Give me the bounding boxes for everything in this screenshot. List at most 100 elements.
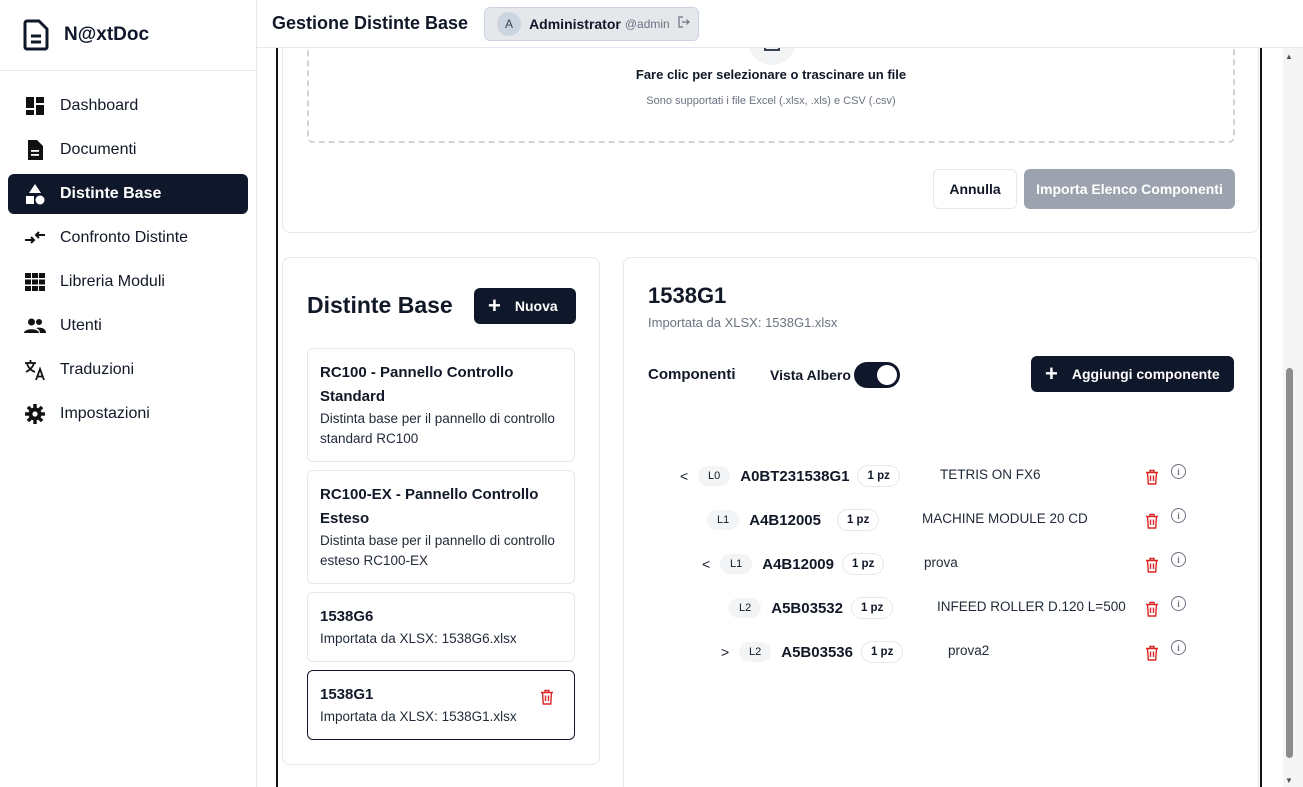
add-component-button[interactable]: + Aggiungi componente: [1031, 356, 1234, 392]
level-badge: L2: [729, 598, 762, 618]
component-code: A4B12009: [762, 555, 834, 573]
bom-list-card: Distinte Base + Nuova RC100 - Pannello C…: [282, 257, 600, 765]
toggle-knob: [877, 365, 897, 385]
sidebar-item-label: Documenti: [60, 141, 137, 158]
bom-description: Distinta base per il pannello di control…: [320, 533, 555, 568]
bom-name: RC100 - Pannello Controllo Standard: [320, 364, 514, 405]
component-description: TETRIS ON FX6: [940, 467, 1041, 482]
component-row[interactable]: L1 A4B12005 1 pz: [707, 508, 880, 532]
user-menu[interactable]: A Administrator @admin: [484, 6, 700, 41]
sidebar-item-label: Utenti: [60, 317, 102, 334]
quantity-badge: 1 pz: [860, 641, 904, 663]
top-header: Gestione Distinte Base A Administrator @…: [257, 0, 1303, 48]
sidebar-item-libreria-moduli[interactable]: Libreria Moduli: [8, 262, 248, 302]
bom-description: Importata da XLSX: 1538G1.xlsx: [320, 709, 517, 724]
bom-name: RC100-EX - Pannello Controllo Esteso: [320, 486, 539, 527]
component-description: prova: [924, 555, 958, 570]
sidebar-item-label: Dashboard: [60, 97, 139, 114]
component-description: MACHINE MODULE 20 CD: [922, 511, 1088, 526]
sidebar-item-dashboard[interactable]: Dashboard: [8, 86, 248, 126]
sidebar: N@xtDoc Dashboard Documenti Distinte Bas…: [0, 0, 257, 787]
info-icon[interactable]: i: [1171, 596, 1186, 611]
component-row[interactable]: < L1 A4B12009 1 pz: [702, 552, 885, 576]
sidebar-item-confronto-distinte[interactable]: Confronto Distinte: [8, 218, 248, 258]
component-description: prova2: [948, 643, 990, 658]
quantity-badge: 1 pz: [857, 465, 900, 487]
sidebar-item-traduzioni[interactable]: Traduzioni: [8, 350, 248, 390]
app-name: N@xtDoc: [64, 24, 150, 45]
bom-list-item[interactable]: 1538G6 Importata da XLSX: 1538G6.xlsx: [307, 592, 575, 662]
component-row[interactable]: L2 A5B03532 1 pz: [729, 596, 894, 620]
component-row[interactable]: > L2 A5B03536 1 pz: [721, 640, 904, 664]
info-icon[interactable]: i: [1171, 464, 1186, 479]
info-icon[interactable]: i: [1171, 552, 1186, 567]
sidebar-item-label: Distinte Base: [60, 185, 162, 202]
info-icon[interactable]: i: [1171, 508, 1186, 523]
info-icon[interactable]: i: [1171, 640, 1186, 655]
import-components-button[interactable]: Importa Elenco Componenti: [1024, 169, 1235, 209]
users-icon: [24, 315, 46, 337]
bom-detail-subtitle: Importata da XLSX: 1538G1.xlsx: [648, 315, 838, 330]
sidebar-item-label: Impostazioni: [60, 405, 150, 422]
level-badge: L2: [739, 642, 772, 662]
component-row[interactable]: < L0 A0BT231538G1 1 pz: [680, 464, 900, 488]
dashboard-icon: [24, 95, 46, 117]
scroll-thumb[interactable]: [1286, 368, 1293, 758]
dropzone-title: Fare clic per selezionare o trascinare u…: [635, 67, 907, 82]
translate-icon: [24, 359, 46, 381]
gear-icon: [24, 403, 46, 425]
sidebar-item-impostazioni[interactable]: Impostazioni: [8, 394, 248, 434]
component-code: A4B12005: [749, 511, 821, 529]
user-name: Administrator: [529, 15, 621, 32]
scroll-up-arrow-icon[interactable]: ▲: [1285, 52, 1293, 61]
delete-component-icon[interactable]: [1145, 601, 1159, 622]
delete-component-icon[interactable]: [1145, 645, 1159, 666]
sidebar-item-label: Confronto Distinte: [60, 229, 189, 246]
upload-icon: [748, 48, 796, 65]
logo-row: N@xtDoc: [0, 0, 256, 71]
component-description: INFEED ROLLER D.120 L=500: [937, 599, 1126, 614]
sidebar-item-label: Libreria Moduli: [60, 273, 165, 290]
delete-component-icon[interactable]: [1145, 513, 1159, 534]
file-dropzone[interactable]: Fare clic per selezionare o trascinare u…: [307, 48, 1235, 143]
shapes-icon: [24, 183, 46, 205]
tree-view-label: Vista Albero: [770, 367, 851, 383]
sidebar-item-documenti[interactable]: Documenti: [8, 130, 248, 170]
collapse-chevron-icon[interactable]: <: [702, 556, 720, 572]
cancel-button[interactable]: Annulla: [933, 169, 1017, 209]
expand-chevron-icon[interactable]: >: [721, 644, 739, 660]
page-title: Gestione Distinte Base: [272, 13, 469, 33]
bom-list-item[interactable]: RC100 - Pannello Controllo Standard Dist…: [307, 348, 575, 462]
main-content: Fare clic per selezionare o trascinare u…: [276, 48, 1262, 787]
sidebar-item-distinte-base[interactable]: Distinte Base: [8, 174, 248, 214]
logout-icon[interactable]: [678, 16, 690, 31]
level-badge: L1: [720, 554, 753, 574]
components-label: Componenti: [648, 366, 736, 383]
delete-bom-icon[interactable]: [540, 689, 554, 710]
new-bom-label: Nuova: [514, 298, 558, 314]
plus-icon: +: [488, 293, 501, 318]
bom-list-item-selected[interactable]: 1538G1 Importata da XLSX: 1538G1.xlsx: [307, 670, 575, 740]
page-scrollbar[interactable]: ▲ ▼: [1283, 48, 1303, 787]
delete-component-icon[interactable]: [1145, 469, 1159, 490]
grid-icon: [24, 271, 46, 293]
scroll-down-arrow-icon[interactable]: ▼: [1285, 776, 1293, 785]
tree-view-toggle[interactable]: [854, 362, 900, 388]
new-bom-button[interactable]: + Nuova: [474, 288, 576, 324]
delete-component-icon[interactable]: [1145, 557, 1159, 578]
collapse-chevron-icon[interactable]: <: [680, 468, 698, 484]
bom-list-title: Distinte Base: [307, 292, 453, 318]
avatar: A: [497, 11, 522, 36]
document-logo-icon: [22, 18, 50, 52]
bom-detail-card: 1538G1 Importata da XLSX: 1538G1.xlsx Co…: [623, 257, 1259, 787]
bom-name: 1538G1: [320, 686, 374, 703]
bom-description: Distinta base per il pannello di control…: [320, 411, 555, 446]
sidebar-item-label: Traduzioni: [60, 361, 135, 378]
quantity-badge: 1 pz: [841, 553, 885, 575]
user-handle: @admin: [624, 16, 670, 31]
bom-list-item[interactable]: RC100-EX - Pannello Controllo Esteso Dis…: [307, 470, 575, 584]
quantity-badge: 1 pz: [836, 509, 880, 531]
bom-name: 1538G6: [320, 608, 374, 625]
sidebar-item-utenti[interactable]: Utenti: [8, 306, 248, 346]
import-card: Fare clic per selezionare o trascinare u…: [282, 48, 1259, 233]
